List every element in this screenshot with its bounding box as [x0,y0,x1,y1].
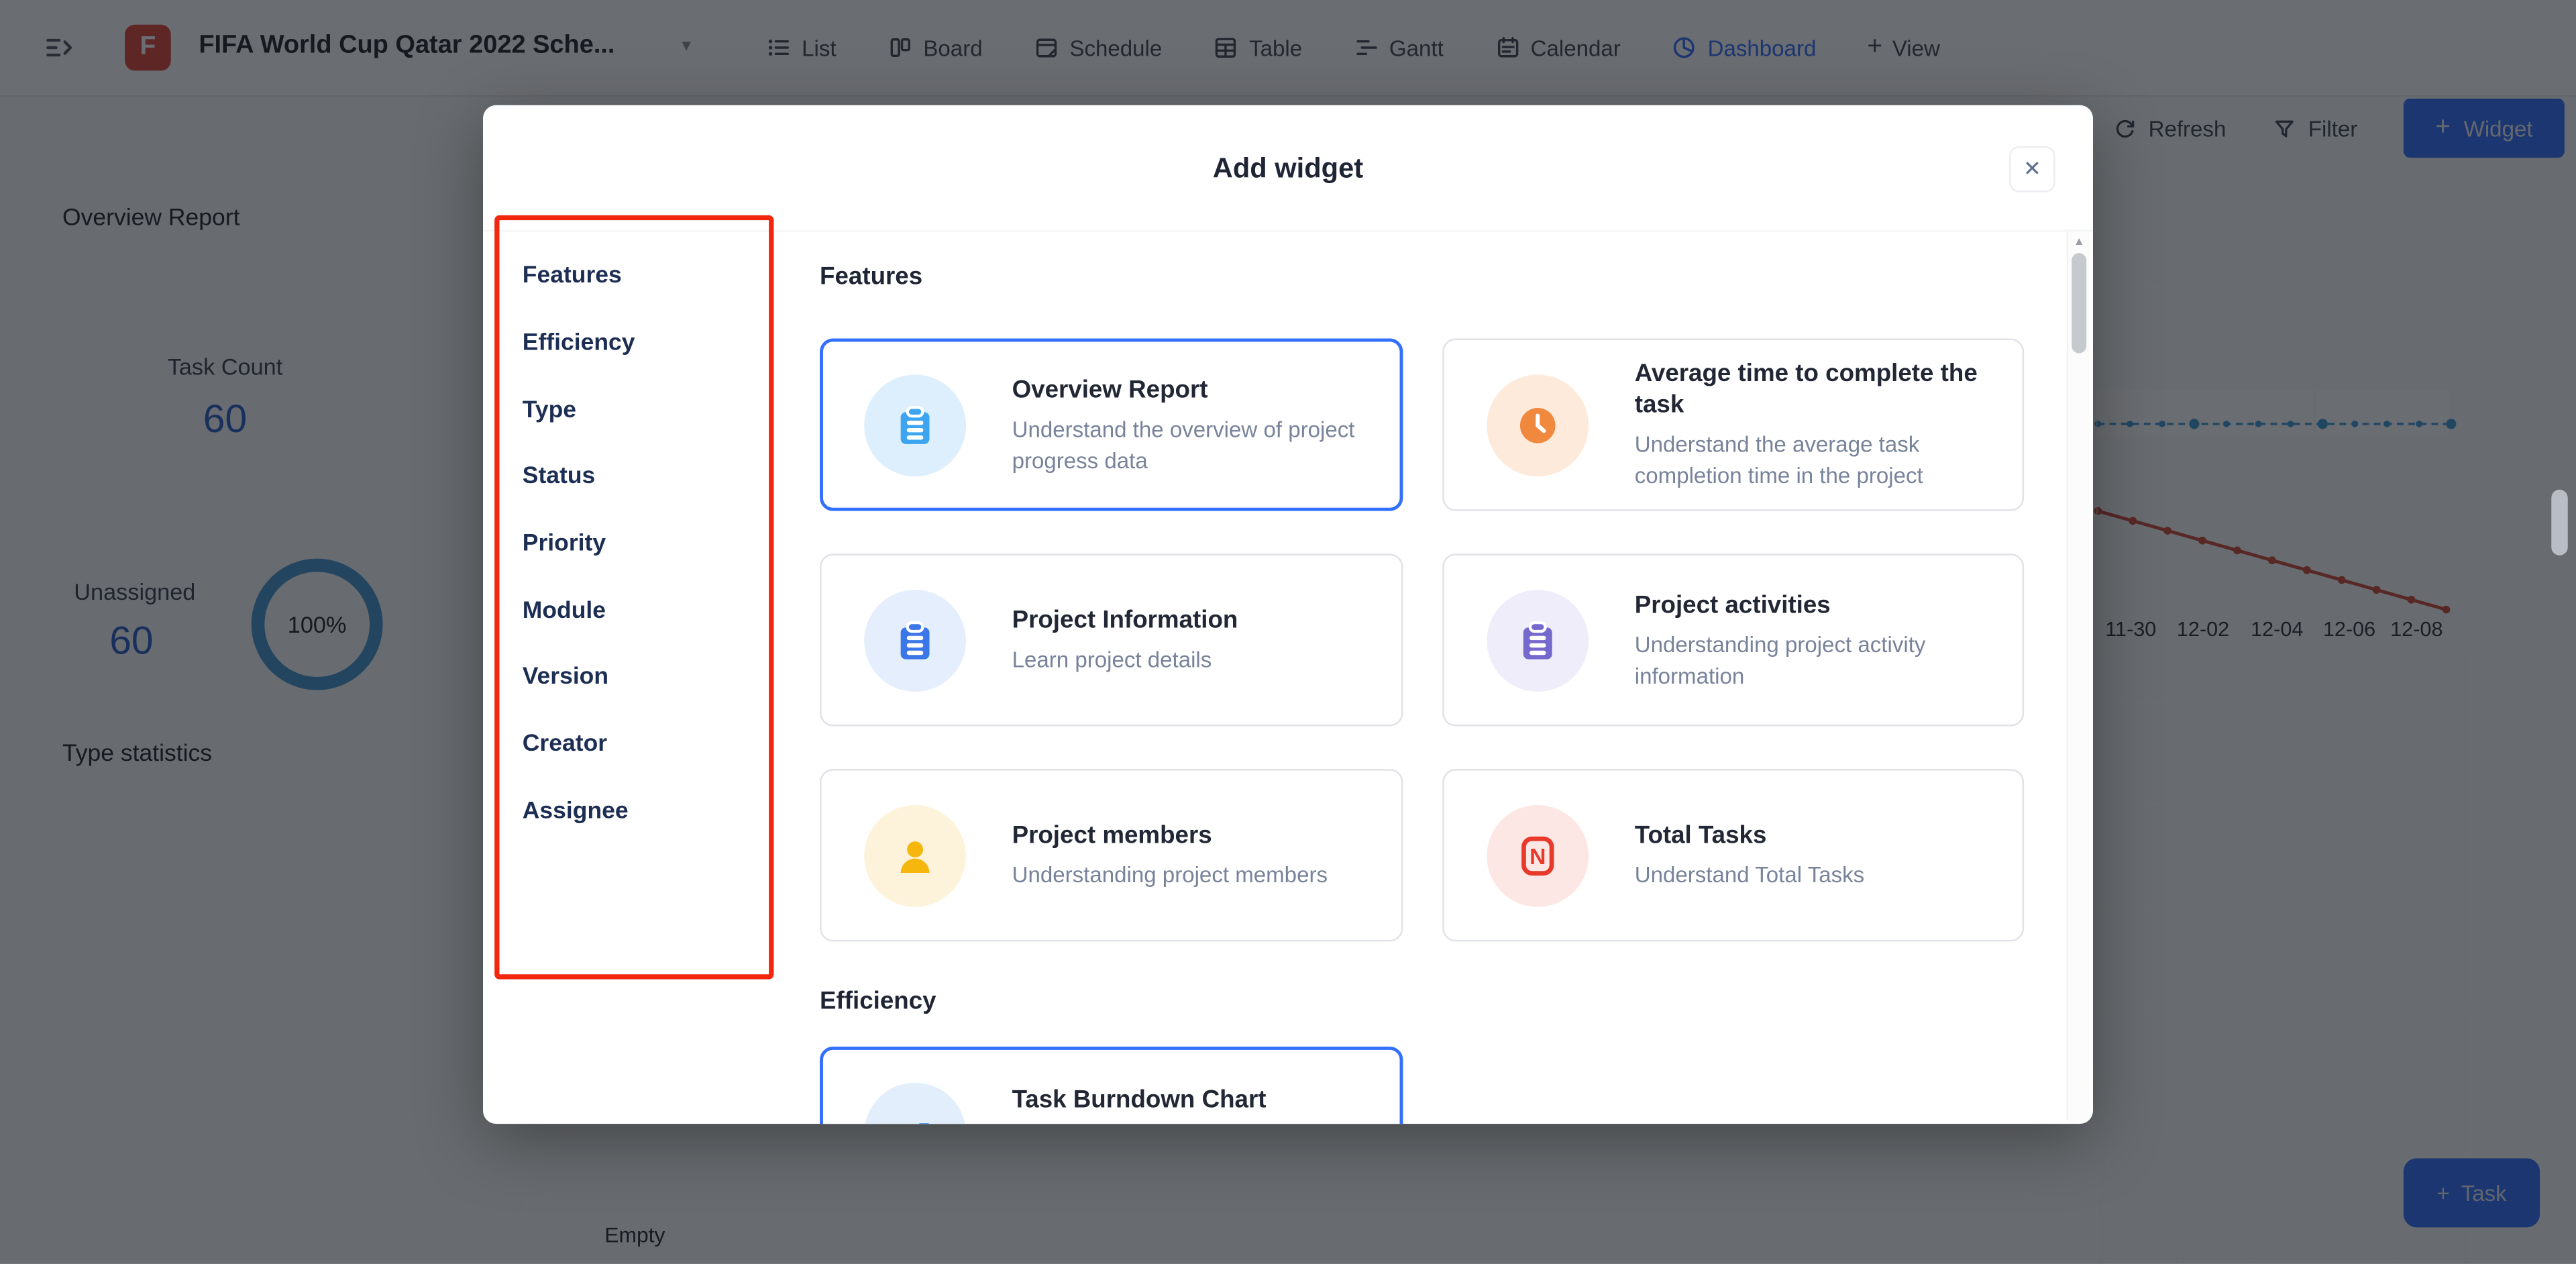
widget-card-project-activities[interactable]: Project activities Understanding project… [1442,554,2025,727]
sidebar-item-efficiency[interactable]: Efficiency [509,310,772,377]
features-card-grid: Overview Report Understand the overview … [820,338,2025,942]
clock-icon [1487,374,1589,476]
widget-card-project-members[interactable]: Project members Understanding project me… [820,769,1403,942]
sidebar-item-priority[interactable]: Priority [509,511,772,578]
scroll-up-icon[interactable]: ▲ [2068,237,2090,248]
n-badge-icon: N [1487,804,1589,906]
card-title: Total Tasks [1634,821,1767,850]
card-description: Understand the overview of project progr… [1012,416,1355,473]
widget-gallery: Features Overview Report Understand the … [820,105,2085,1124]
card-description: Understand the average task completion t… [1634,432,1923,488]
clipboard-icon [864,374,967,476]
svg-text:N: N [1529,844,1546,869]
card-title: Project members [1012,821,1212,850]
sidebar-item-assignee[interactable]: Assignee [509,778,772,845]
widget-card-overview-report[interactable]: Overview Report Understand the overview … [820,338,1403,511]
widget-card-task-burndown-chart[interactable]: Task Burndown Chart [820,1047,1403,1124]
sidebar-item-type[interactable]: Type [509,377,772,444]
card-description: Understand Total Tasks [1634,862,1865,888]
card-description: Learn project details [1012,647,1212,672]
widget-card-total-tasks[interactable]: N Total Tasks Understand Total Tasks [1442,769,2025,942]
clipboard-icon [864,588,967,691]
sidebar-item-features[interactable]: Features [509,243,772,310]
card-title: Project Information [1012,606,1238,635]
modal-scrollbar[interactable]: ▲ [2066,231,2090,1121]
sidebar-item-module[interactable]: Module [509,578,772,645]
card-description: Understanding project activity informati… [1634,631,1926,688]
trend-up-icon [864,1082,967,1124]
card-title: Task Burndown Chart [1012,1086,1267,1114]
widget-card-project-information[interactable]: Project Information Learn project detail… [820,554,1403,727]
sidebar-item-version[interactable]: Version [509,644,772,711]
sidebar-item-creator[interactable]: Creator [509,711,772,778]
card-title: Project activities [1634,590,1831,619]
sidebar-item-status[interactable]: Status [509,443,772,511]
widget-card-average-time[interactable]: Average time to complete the task Unders… [1442,338,2025,511]
page-scrollbar-thumb[interactable] [2551,489,2568,556]
person-icon [864,804,967,906]
card-title: Average time to complete the task [1634,360,1978,419]
section-heading-efficiency: Efficiency [820,987,936,1016]
add-widget-modal: Add widget ✕ Features Efficiency Type St… [483,105,2094,1124]
efficiency-card-grid: Task Burndown Chart [820,1047,2024,1124]
card-description: Understanding project members [1012,862,1328,888]
clipboard-icon [1487,588,1589,691]
widget-category-sidebar: Features Efficiency Type Status Priority… [509,243,772,845]
card-title: Overview Report [1012,375,1208,404]
modal-scrollbar-thumb[interactable] [2072,253,2087,354]
screenshot-root: F FIFA World Cup Qatar 2022 Sche... ▾ Li… [0,0,2576,1264]
section-heading-features: Features [820,262,923,291]
